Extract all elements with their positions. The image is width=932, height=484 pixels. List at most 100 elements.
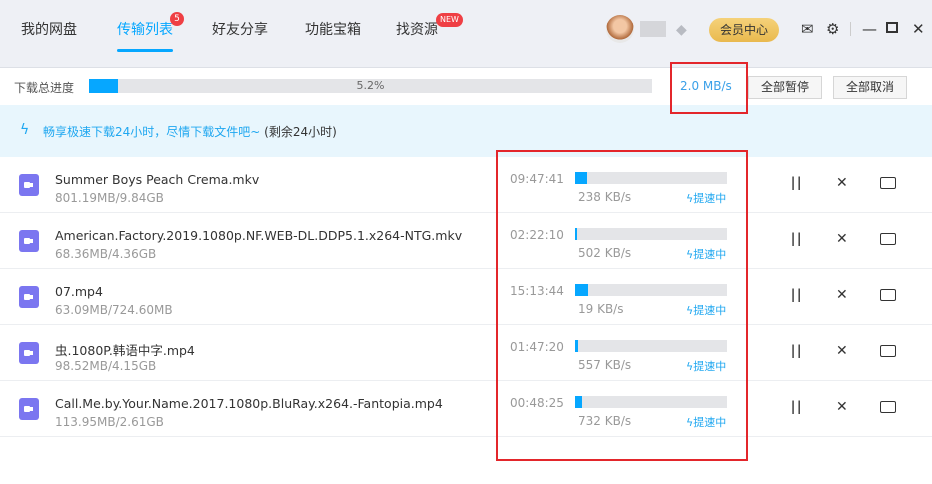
close-icon[interactable]: ✕ bbox=[912, 20, 925, 38]
boost-text: 提速中 bbox=[693, 360, 727, 373]
download-row[interactable]: 虫.1080P.韩语中字.mp4 98.52MB/4.15GB 01:47:20… bbox=[0, 325, 932, 381]
download-row[interactable]: 07.mp4 63.09MB/724.60MB 15:13:44 19 KB/s… bbox=[0, 269, 932, 325]
boosting-label: ϟ提速中 bbox=[686, 190, 726, 206]
tab-label: 找资源 bbox=[396, 22, 438, 38]
time-remaining: 09:47:41 bbox=[510, 172, 564, 186]
file-progress-fill bbox=[575, 340, 579, 352]
download-speed: 238 KB/s bbox=[578, 190, 632, 204]
download-speed: 19 KB/s bbox=[578, 302, 624, 316]
username-blurred bbox=[640, 21, 666, 37]
avatar[interactable] bbox=[606, 15, 634, 43]
mail-icon[interactable]: ✉ bbox=[801, 20, 814, 38]
minimize-icon[interactable]: — bbox=[862, 20, 877, 38]
diamond-icon: ◆ bbox=[676, 22, 687, 38]
total-progress-label: 下载总进度 bbox=[14, 81, 75, 95]
tab-transfer-list[interactable]: 传输列表 5 bbox=[117, 12, 184, 52]
boost-text: 提速中 bbox=[693, 248, 727, 261]
file-size: 63.09MB/724.60MB bbox=[55, 303, 173, 317]
folder-icon[interactable] bbox=[880, 177, 896, 189]
time-remaining: 00:48:25 bbox=[510, 396, 564, 410]
file-progress-fill bbox=[575, 172, 588, 184]
boosting-label: ϟ提速中 bbox=[686, 302, 726, 318]
cancel-icon[interactable]: ✕ bbox=[836, 343, 848, 359]
total-speed: 2.0 MB/s bbox=[680, 79, 732, 93]
video-file-icon bbox=[19, 174, 39, 196]
banner-text: 畅享极速下载24小时，尽情下载文件吧~ bbox=[43, 125, 261, 139]
folder-icon[interactable] bbox=[880, 289, 896, 301]
new-badge: NEW bbox=[436, 13, 463, 27]
video-file-icon bbox=[19, 286, 39, 308]
time-remaining: 15:13:44 bbox=[510, 284, 564, 298]
file-progress-bar bbox=[575, 340, 727, 352]
tab-find-resources[interactable]: 找资源 NEW bbox=[396, 13, 463, 39]
file-name: American.Factory.2019.1080p.NF.WEB-DL.DD… bbox=[55, 228, 463, 243]
cancel-icon[interactable]: ✕ bbox=[836, 175, 848, 191]
banner-remaining: (剩余24小时) bbox=[264, 125, 337, 139]
pause-icon[interactable]: ǀǀ bbox=[791, 231, 803, 247]
download-row[interactable]: American.Factory.2019.1080p.NF.WEB-DL.DD… bbox=[0, 213, 932, 269]
tab-label: 我的网盘 bbox=[21, 22, 77, 38]
boosting-label: ϟ提速中 bbox=[686, 246, 726, 262]
tab-label: 功能宝箱 bbox=[305, 22, 361, 38]
file-progress-fill bbox=[575, 284, 589, 296]
maximize-icon[interactable] bbox=[886, 22, 898, 33]
boost-text: 提速中 bbox=[693, 192, 727, 205]
time-remaining: 02:22:10 bbox=[510, 228, 564, 242]
vip-center-button[interactable]: 会员中心 bbox=[709, 18, 779, 42]
download-speed: 732 KB/s bbox=[578, 414, 632, 428]
file-progress-bar bbox=[575, 228, 727, 240]
file-progress-fill bbox=[575, 228, 578, 240]
folder-icon[interactable] bbox=[880, 401, 896, 413]
download-row[interactable]: Call.Me.by.Your.Name.2017.1080p.BluRay.x… bbox=[0, 381, 932, 437]
file-progress-bar bbox=[575, 284, 727, 296]
cancel-all-button[interactable]: 全部取消 bbox=[833, 76, 908, 99]
cancel-icon[interactable]: ✕ bbox=[836, 399, 848, 415]
boosting-label: ϟ提速中 bbox=[686, 358, 726, 374]
folder-icon[interactable] bbox=[880, 233, 896, 245]
file-name: Call.Me.by.Your.Name.2017.1080p.BluRay.x… bbox=[55, 396, 443, 411]
total-progress-bar: 5.2% bbox=[89, 79, 652, 93]
total-progress-row: 下载总进度 5.2% 2.0 MB/s 全部暂停 全部取消 bbox=[0, 68, 932, 105]
tab-friend-share[interactable]: 好友分享 bbox=[212, 19, 268, 39]
file-size: 68.36MB/4.36GB bbox=[55, 247, 157, 261]
file-size: 98.52MB/4.15GB bbox=[55, 359, 157, 373]
pause-icon[interactable]: ǀǀ bbox=[791, 287, 803, 303]
video-file-icon bbox=[19, 398, 39, 420]
pause-icon[interactable]: ǀǀ bbox=[791, 343, 803, 359]
boosting-label: ϟ提速中 bbox=[686, 414, 726, 430]
download-speed: 557 KB/s bbox=[578, 358, 632, 372]
lightning-icon: ϟ bbox=[20, 122, 30, 138]
pause-icon[interactable]: ǀǀ bbox=[791, 175, 803, 191]
cancel-icon[interactable]: ✕ bbox=[836, 287, 848, 303]
total-progress-percent: 5.2% bbox=[356, 79, 385, 92]
tab-label: 好友分享 bbox=[212, 22, 268, 38]
tab-toolbox[interactable]: 功能宝箱 bbox=[305, 19, 361, 39]
boost-text: 提速中 bbox=[693, 304, 727, 317]
gear-icon[interactable]: ⚙ bbox=[826, 20, 839, 38]
download-speed: 502 KB/s bbox=[578, 246, 632, 260]
file-name: 07.mp4 bbox=[55, 284, 103, 299]
file-size: 113.95MB/2.61GB bbox=[55, 415, 164, 429]
file-name: 虫.1080P.韩语中字.mp4 bbox=[55, 343, 195, 358]
pause-all-button[interactable]: 全部暂停 bbox=[748, 76, 823, 99]
top-nav: 我的网盘 传输列表 5 好友分享 功能宝箱 找资源 NEW ◆ 会员中心 ✉ ⚙… bbox=[0, 0, 932, 68]
pause-icon[interactable]: ǀǀ bbox=[791, 399, 803, 415]
file-progress-bar bbox=[575, 172, 727, 184]
tab-my-netdisk[interactable]: 我的网盘 bbox=[21, 19, 77, 39]
file-size: 801.19MB/9.84GB bbox=[55, 191, 164, 205]
file-progress-fill bbox=[575, 396, 582, 408]
time-remaining: 01:47:20 bbox=[510, 340, 564, 354]
boost-text: 提速中 bbox=[693, 416, 727, 429]
video-file-icon bbox=[19, 230, 39, 252]
download-row[interactable]: Summer Boys Peach Crema.mkv 801.19MB/9.8… bbox=[0, 157, 932, 213]
cancel-icon[interactable]: ✕ bbox=[836, 231, 848, 247]
divider bbox=[850, 22, 851, 36]
count-badge: 5 bbox=[170, 12, 184, 26]
speedup-banner: ϟ 畅享极速下载24小时，尽情下载文件吧~ (剩余24小时) bbox=[0, 105, 932, 157]
file-progress-bar bbox=[575, 396, 727, 408]
tab-label: 传输列表 bbox=[117, 22, 173, 38]
folder-icon[interactable] bbox=[880, 345, 896, 357]
video-file-icon bbox=[19, 342, 39, 364]
banner-text-wrap: 畅享极速下载24小时，尽情下载文件吧~ (剩余24小时) bbox=[43, 123, 337, 140]
file-name: Summer Boys Peach Crema.mkv bbox=[55, 172, 260, 187]
